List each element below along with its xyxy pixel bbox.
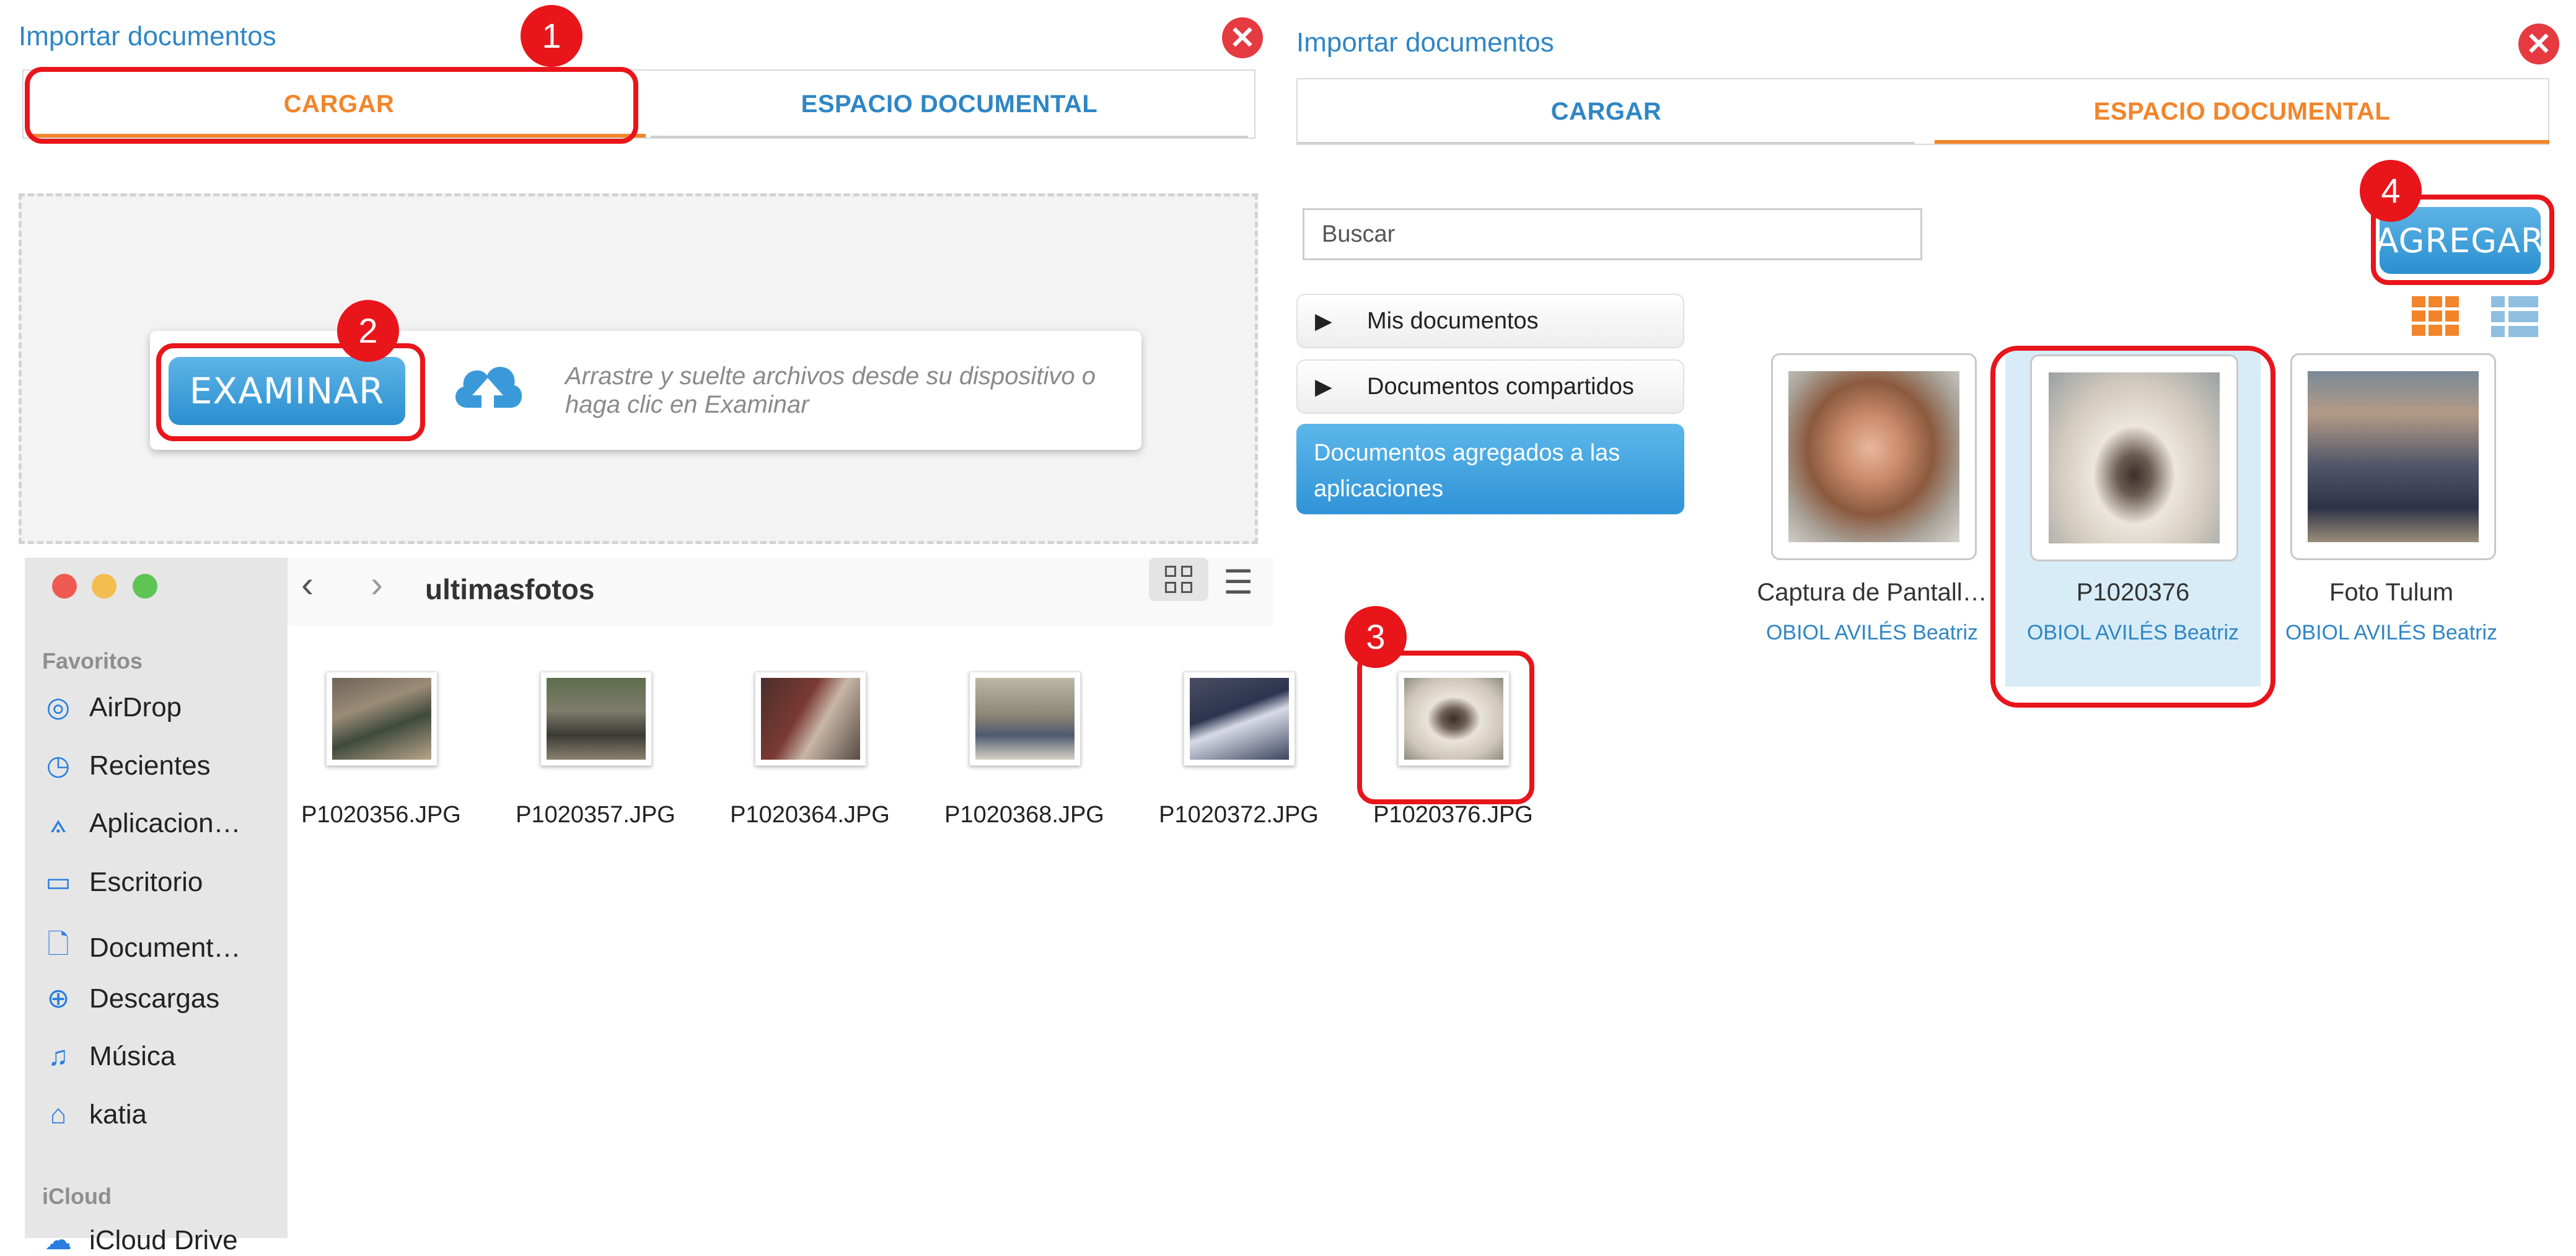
- document-owner: OBIOL AVILÉS Beatriz: [1765, 621, 1979, 644]
- document-card[interactable]: [1771, 353, 1977, 560]
- document-name: Captura de Pantall…: [1757, 579, 1987, 606]
- list-view-icon[interactable]: [2491, 296, 2538, 337]
- left-close-icon[interactable]: ✕: [1222, 17, 1263, 58]
- sidebar-item-aplicaciones[interactable]: ⟑ Aplicacion…: [42, 808, 241, 839]
- home-icon: ⌂: [50, 1099, 67, 1130]
- grid-view-icon[interactable]: [2412, 296, 2459, 336]
- sidebar-item-label: Descargas: [89, 983, 220, 1014]
- sidebar-item-label: katia: [89, 1099, 147, 1130]
- drop-hint-text: Arrastre y suelte archivos desde su disp…: [565, 362, 1096, 418]
- file-name: P1020356.JPG: [301, 802, 461, 828]
- download-icon: ⊕: [46, 983, 70, 1014]
- finder-toolbar: ‹ › ultimasfotos ☰: [288, 558, 1273, 626]
- list-view-icon[interactable]: ☰: [1223, 563, 1253, 602]
- file-item[interactable]: [1184, 672, 1295, 766]
- step-2-highlight: [156, 343, 425, 441]
- close-window-icon[interactable]: [52, 574, 77, 599]
- photo-thumbnail: [755, 672, 866, 766]
- file-item[interactable]: [540, 672, 652, 766]
- music-icon: ♫: [48, 1041, 69, 1071]
- sidebar-item-musica[interactable]: ♫ Música: [42, 1041, 176, 1072]
- file-name: P1020364.JPG: [730, 802, 890, 828]
- sidebar-item-label: Aplicacion…: [89, 808, 241, 838]
- right-tab-espacio-documental[interactable]: ESPACIO DOCUMENTAL: [1935, 79, 2549, 144]
- step-1-badge: 1: [521, 5, 582, 67]
- back-icon[interactable]: ‹: [301, 563, 314, 605]
- photo-thumbnail: [540, 672, 652, 766]
- zoom-window-icon[interactable]: [133, 574, 157, 599]
- minimize-window-icon[interactable]: [92, 574, 116, 599]
- step-3-badge: 3: [1345, 606, 1407, 668]
- sidebar-item-descargas[interactable]: ⊕ Descargas: [42, 983, 220, 1014]
- sidebar-item-label: Recientes: [89, 750, 211, 781]
- step-1-highlight: [25, 67, 638, 144]
- tree-item-mis-documentos[interactable]: ▶ Mis documentos: [1296, 294, 1684, 348]
- icloud-heading: iCloud: [42, 1184, 112, 1209]
- sidebar-item-airdrop[interactable]: ◎ AirDrop: [42, 692, 182, 723]
- sidebar-item-katia[interactable]: ⌂ katia: [42, 1099, 147, 1130]
- sidebar-item-label: Escritorio: [89, 866, 203, 897]
- icon-view-icon[interactable]: [1149, 558, 1208, 601]
- sidebar-item-label: Document…: [89, 932, 241, 963]
- document-icon: 🗋: [47, 929, 69, 960]
- photo-thumbnail: [326, 672, 437, 766]
- right-close-icon[interactable]: ✕: [2518, 24, 2559, 64]
- step-3-selection-highlight: [1990, 346, 2275, 708]
- photo-thumbnail: [969, 672, 1081, 766]
- file-name: P1020357.JPG: [516, 802, 675, 828]
- photo-thumbnail: [1184, 672, 1295, 766]
- right-tabbar: CARGAR ESPACIO DOCUMENTAL: [1296, 78, 2549, 145]
- forward-icon[interactable]: ›: [371, 563, 383, 605]
- document-name: Foto Tulum: [2329, 579, 2454, 606]
- finder-sidebar: Favoritos ◎ AirDrop ◷ Recientes ⟑ Aplicacio…: [25, 558, 288, 1255]
- sidebar-item-escritorio[interactable]: ▭ Escritorio: [42, 866, 203, 898]
- right-tab-cargar[interactable]: CARGAR: [1298, 79, 1915, 144]
- expand-arrow-icon: ▶: [1315, 374, 1332, 399]
- sidebar-item-label: AirDrop: [89, 692, 182, 722]
- folder-title: ultimasfotos: [425, 573, 595, 605]
- search-input[interactable]: Buscar: [1303, 208, 1922, 260]
- sidebar-item-documentos[interactable]: 🗋 Document…: [42, 924, 241, 971]
- left-tab-espacio-documental[interactable]: ESPACIO DOCUMENTAL: [651, 71, 1248, 138]
- step-2-badge: 2: [337, 300, 399, 362]
- step-3-highlight: [1357, 651, 1534, 804]
- expand-arrow-icon: ▶: [1315, 308, 1332, 333]
- left-dialog-title: Importar documentos: [19, 21, 276, 51]
- tree-item-documentos-agregados[interactable]: Documentos agregados a las aplicaciones: [1296, 424, 1684, 514]
- cloud-upload-icon: [449, 352, 527, 426]
- file-item[interactable]: [969, 672, 1081, 766]
- cloud-icon: ☁: [45, 1225, 72, 1255]
- file-name: P1020372.JPG: [1159, 802, 1319, 828]
- clock-icon: ◷: [46, 750, 71, 781]
- document-thumbnail: [2290, 353, 2496, 560]
- sidebar-item-label: iCloud Drive: [89, 1224, 238, 1255]
- sidebar-item-recientes[interactable]: ◷ Recientes: [42, 750, 211, 781]
- sidebar-item-icloud-drive[interactable]: ☁ iCloud Drive: [42, 1224, 238, 1256]
- document-thumbnail: [1771, 353, 1977, 560]
- file-name: P1020368.JPG: [944, 802, 1104, 828]
- step-4-badge: 4: [2360, 160, 2422, 222]
- document-card[interactable]: [2290, 353, 2496, 560]
- favorites-heading: Favoritos: [42, 648, 143, 674]
- file-item[interactable]: [755, 672, 866, 766]
- tree-item-label: Documentos compartidos: [1367, 373, 1634, 400]
- airdrop-icon: ◎: [46, 692, 71, 722]
- tree-item-documentos-compartidos[interactable]: ▶ Documentos compartidos: [1296, 359, 1684, 414]
- document-owner: OBIOL AVILÉS Beatriz: [2285, 621, 2498, 644]
- file-item[interactable]: [326, 672, 437, 766]
- file-name: P1020376.JPG: [1373, 802, 1533, 828]
- tree-item-label: Mis documentos: [1367, 307, 1539, 334]
- desktop-icon: ▭: [45, 867, 71, 897]
- applications-icon: ⟑: [50, 808, 67, 838]
- right-dialog-title: Importar documentos: [1296, 27, 1554, 58]
- sidebar-item-label: Música: [89, 1041, 176, 1071]
